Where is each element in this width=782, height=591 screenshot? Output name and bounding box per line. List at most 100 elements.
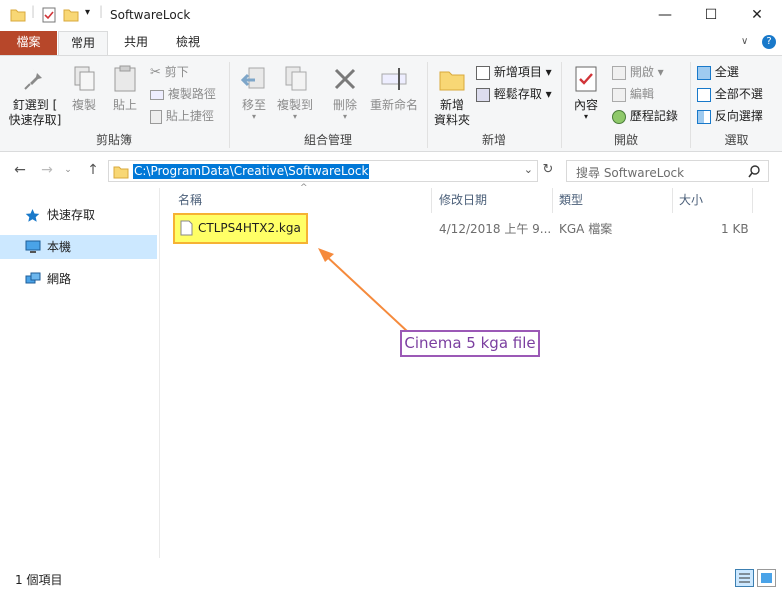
copy-label: 複製 — [71, 98, 96, 112]
refresh-icon: ↻ — [542, 162, 554, 177]
history-label: 歷程記錄 — [629, 109, 678, 123]
organize-group: 移至 ▾ 複製到 ▾ 刪除 ▾ 重新命名 組合管理 — [230, 58, 426, 151]
folder-icon — [113, 166, 129, 179]
easy-access-button[interactable]: 輕鬆存取 ▾ — [476, 84, 552, 104]
nav-item-quick-access[interactable]: 快速存取 — [0, 203, 157, 227]
cut-button[interactable]: ✂ 剪下 — [150, 62, 189, 82]
edit-icon — [612, 87, 626, 102]
file-type: KGA 檔案 — [559, 222, 613, 236]
separator: | — [99, 4, 104, 18]
address-path[interactable]: C:\ProgramData\Creative\SoftwareLock — [133, 164, 370, 179]
paste-button[interactable]: 貼上 — [107, 64, 143, 113]
computer-icon — [25, 240, 41, 253]
navigation-pane: 快速存取 本機 網路 — [0, 188, 160, 558]
new-group: 新增 資料夾 新增項目 ▾ 輕鬆存取 ▾ 新增 — [428, 58, 560, 151]
paste-icon — [114, 65, 136, 92]
paste-shortcut-label: 貼上捷徑 — [165, 109, 214, 123]
new-item-label: 新增項目 ▾ — [493, 65, 552, 79]
new-group-label: 新增 — [481, 133, 506, 147]
nav-label: 本機 — [47, 240, 72, 254]
address-dropdown-icon[interactable]: ⌄ — [524, 163, 533, 176]
tab-file[interactable]: 檔案 — [0, 31, 57, 56]
select-all-button[interactable]: 全選 — [697, 62, 739, 82]
column-header-type[interactable]: 類型 — [553, 188, 673, 213]
tab-share[interactable]: 共用 — [112, 31, 160, 56]
search-input[interactable]: 搜尋 SoftwareLock — [566, 160, 769, 182]
delete-dropdown-icon: ▾ — [342, 112, 347, 121]
help-icon[interactable]: ? — [762, 35, 776, 49]
tab-view[interactable]: 檢視 — [164, 31, 212, 56]
collapse-ribbon-icon[interactable]: ∨ — [741, 36, 748, 47]
easy-access-icon — [476, 87, 490, 102]
properties-icon[interactable] — [41, 7, 57, 23]
address-row: ← → ⌄ ↑ C:\ProgramData\Creative\Software… — [0, 152, 782, 188]
pin-quick-access-button[interactable]: 釘選到 [ 快速存取] — [6, 64, 64, 128]
open-button[interactable]: 開啟 ▾ — [612, 62, 664, 82]
new-item-button[interactable]: 新增項目 ▾ — [476, 62, 552, 82]
ribbon-tabs: 檔案 常用 共用 檢視 ∨ ? — [0, 31, 782, 56]
separator: | — [31, 4, 36, 18]
pane-divider — [159, 188, 160, 558]
column-header-size[interactable]: 大小 — [673, 188, 753, 213]
pin-label: 釘選到 [ 快速存取] — [8, 98, 62, 127]
back-button[interactable]: ← — [10, 160, 30, 180]
edit-button[interactable]: 編輯 — [612, 84, 654, 104]
file-modified: 4/12/2018 上午 9... — [439, 222, 552, 236]
tab-home[interactable]: 常用 — [58, 31, 108, 56]
up-button[interactable]: ↑ — [83, 160, 103, 180]
rename-icon — [381, 68, 407, 90]
copy-icon — [74, 66, 95, 91]
file-row[interactable]: 4/12/2018 上午 9... KGA 檔案 1 KB — [160, 216, 782, 242]
history-button[interactable]: 歷程記錄 — [612, 106, 678, 126]
paste-shortcut-icon — [150, 109, 162, 124]
open-label: 開啟 ▾ — [629, 65, 664, 79]
nav-item-this-pc[interactable]: 本機 — [0, 235, 157, 259]
column-header-modified[interactable]: 修改日期 — [433, 188, 553, 213]
new-folder-button[interactable]: 新增 資料夾 — [430, 64, 474, 128]
paste-shortcut-button[interactable]: 貼上捷徑 — [150, 106, 214, 126]
properties-button[interactable]: 內容 ▾ — [566, 64, 606, 121]
delete-button[interactable]: 刪除 ▾ — [328, 64, 362, 121]
move-to-dropdown-icon: ▾ — [251, 112, 256, 121]
new-item-icon — [476, 65, 490, 80]
select-none-button[interactable]: 全部不選 — [697, 84, 763, 104]
nav-item-network[interactable]: 網路 — [0, 267, 157, 291]
invert-selection-button[interactable]: 反向選擇 — [697, 106, 763, 126]
column-header-name[interactable]: 名稱 — [172, 188, 432, 213]
star-icon — [25, 209, 40, 222]
copy-button[interactable]: 複製 — [66, 64, 102, 113]
copy-to-button[interactable]: 複製到 ▾ — [274, 64, 316, 121]
maximize-button[interactable]: ☐ — [688, 0, 734, 31]
select-none-icon — [697, 87, 711, 102]
copy-path-button[interactable]: 複製路徑 — [150, 84, 216, 104]
minimize-button[interactable]: — — [642, 0, 688, 31]
move-to-label: 移至 — [241, 98, 266, 112]
open-group: 內容 ▾ 開啟 ▾ 編輯 歷程記錄 開啟 — [562, 58, 690, 151]
close-button[interactable]: ✕ — [734, 0, 780, 31]
properties-icon — [575, 66, 597, 92]
move-to-button[interactable]: 移至 ▾ — [236, 64, 272, 121]
select-group-label: 選取 — [724, 133, 749, 147]
forward-button[interactable]: → — [37, 160, 57, 180]
rename-button[interactable]: 重新命名 — [366, 64, 422, 113]
open-icon — [612, 65, 626, 80]
nav-label: 快速存取 — [47, 208, 96, 222]
new-folder-icon[interactable] — [63, 7, 79, 23]
folder-icon — [10, 9, 26, 22]
large-icons-view-button[interactable] — [757, 569, 776, 587]
search-placeholder: 搜尋 SoftwareLock — [576, 166, 685, 180]
large-icons-view-icon — [761, 573, 772, 583]
copy-path-icon — [150, 89, 164, 100]
invert-selection-label: 反向選擇 — [714, 109, 763, 123]
recent-locations-button[interactable]: ⌄ — [58, 160, 78, 180]
scissors-icon: ✂ — [150, 64, 161, 80]
copy-to-icon — [285, 66, 307, 91]
refresh-button[interactable]: ↻ — [538, 160, 558, 180]
status-bar: 1 個項目 — [0, 566, 782, 591]
quick-access-dropdown-icon[interactable]: ▾ — [85, 7, 90, 18]
search-icon[interactable] — [748, 165, 761, 178]
ribbon: 釘選到 [ 快速存取] 複製 貼上 ✂ 剪下 複製路徑 貼上捷徑 剪貼簿 移至 — [0, 55, 782, 152]
details-view-button[interactable] — [735, 569, 754, 587]
move-to-icon — [240, 67, 265, 89]
address-bar[interactable]: C:\ProgramData\Creative\SoftwareLock ⌄ — [108, 160, 538, 182]
